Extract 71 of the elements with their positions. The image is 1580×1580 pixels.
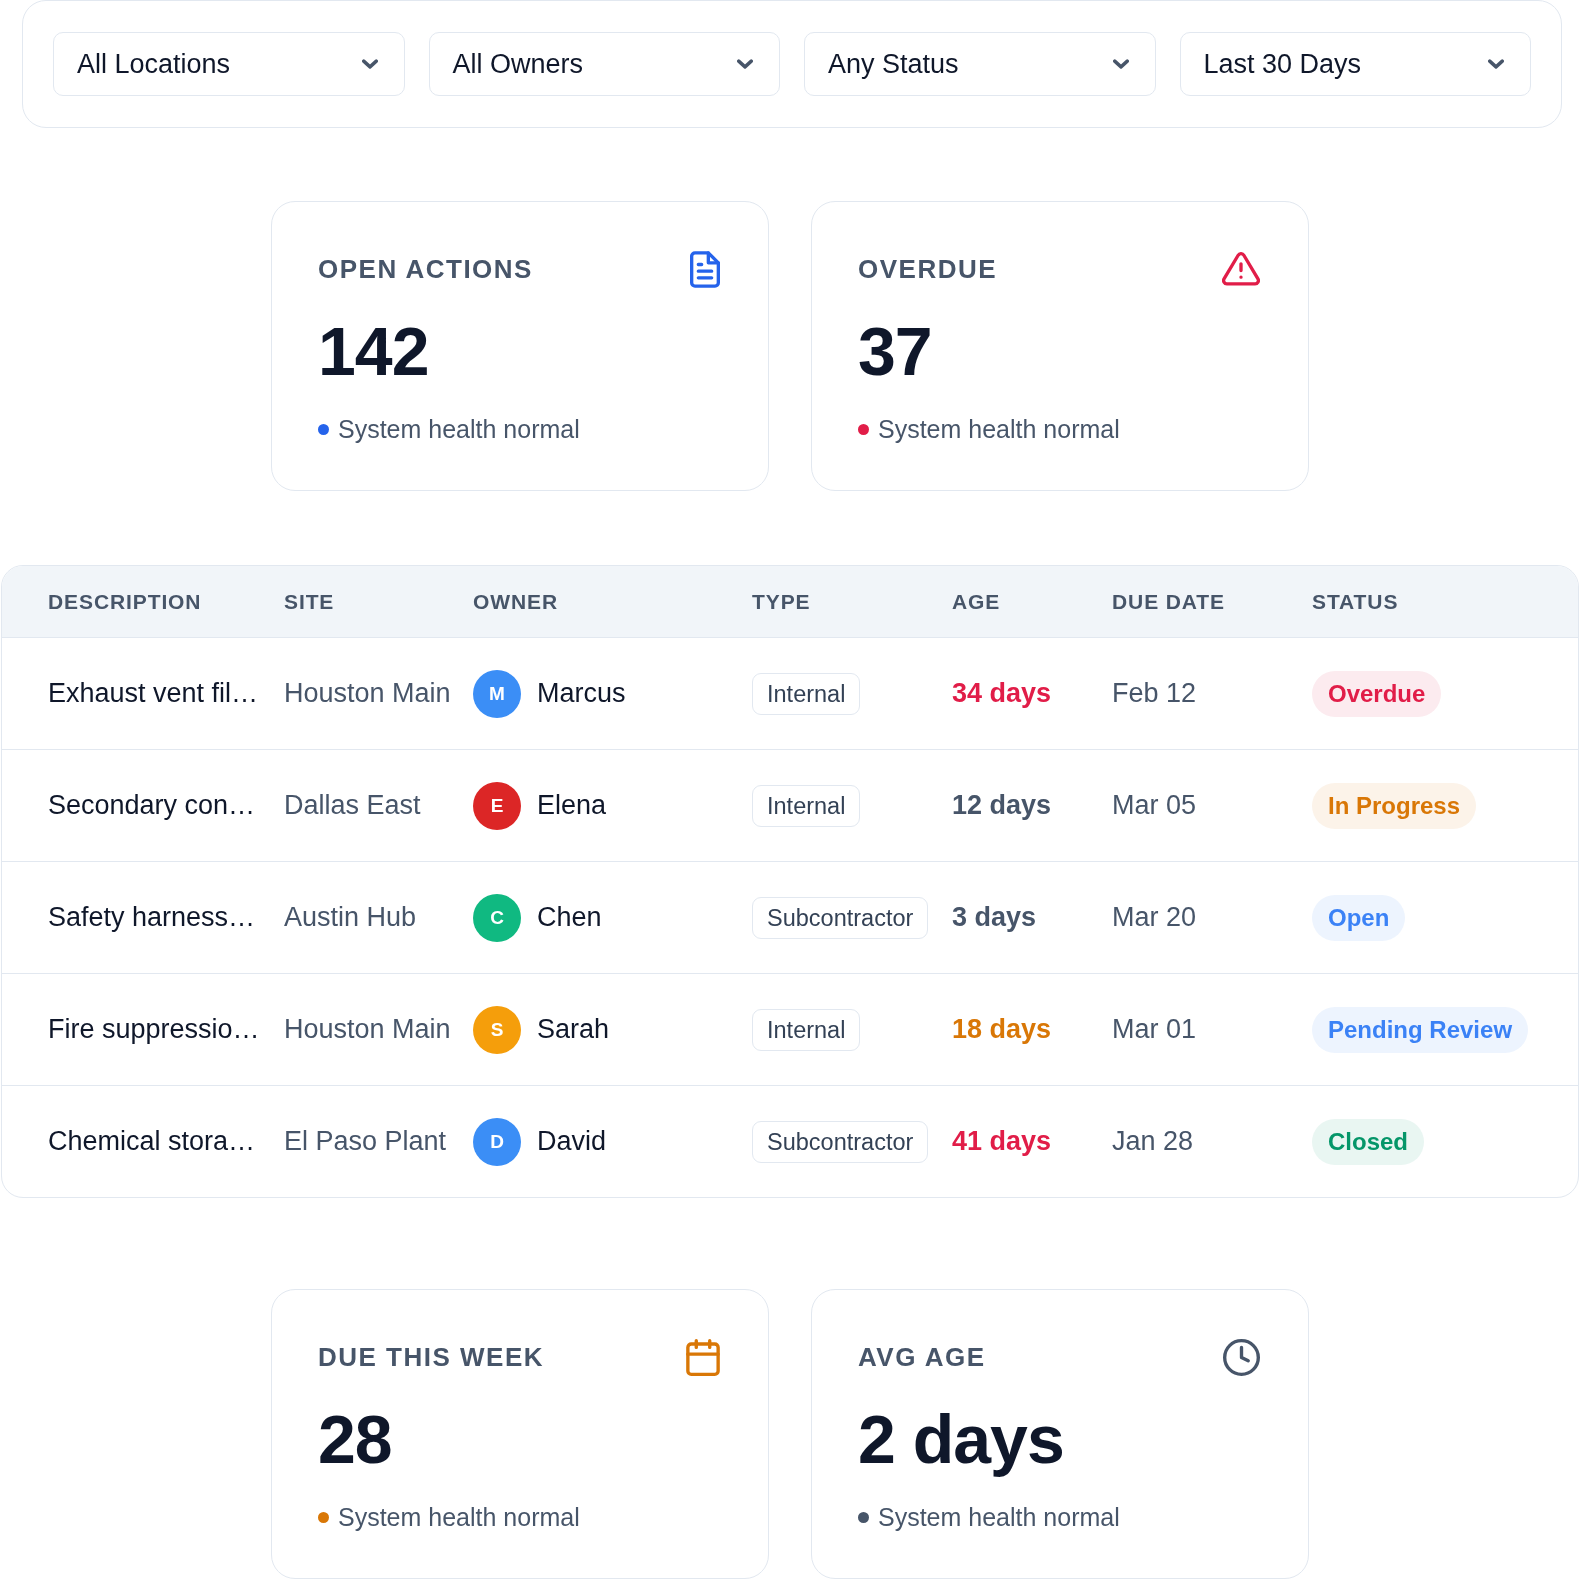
metric-label: AVG AGE <box>858 1341 986 1373</box>
owner-name: Elena <box>537 790 607 821</box>
description-cell: Fire suppressio… <box>48 1014 260 1045</box>
site-cell: Houston Main <box>284 678 451 709</box>
site-cell: Dallas East <box>284 790 421 821</box>
age-cell: 12 days <box>952 790 1052 821</box>
owner-avatar: E <box>473 781 521 830</box>
description-cell: Chemical stora… <box>48 1126 256 1157</box>
site-cell: Houston Main <box>284 1014 451 1045</box>
filter-dropdown[interactable]: Last 30 Days <box>1179 32 1531 96</box>
owner-avatar: M <box>473 669 521 718</box>
description-cell: Exhaust vent fil… <box>48 678 259 709</box>
column-header: DESCRIPTION <box>48 589 202 614</box>
status-text: System health normal <box>878 414 1120 444</box>
filter-dropdown[interactable]: Any Status <box>804 32 1156 96</box>
type-tag: Internal <box>752 672 861 715</box>
warning-icon <box>1222 252 1260 286</box>
clock-icon <box>1223 1338 1260 1376</box>
chevron-down-icon <box>737 59 753 69</box>
chevron-down-icon <box>361 59 378 69</box>
status-badge: In Progress <box>1312 782 1477 829</box>
column-header: TYPE <box>752 589 811 614</box>
status-badge: Open <box>1312 894 1406 941</box>
status-text: System health normal <box>338 1502 580 1532</box>
owner-name: David <box>537 1126 607 1157</box>
filter-dropdown[interactable]: All Owners <box>428 32 780 96</box>
site-cell: Austin Hub <box>284 902 417 933</box>
metric-label: OPEN ACTIONS <box>318 253 533 285</box>
metric-value: 142 <box>318 312 430 391</box>
age-cell: 41 days <box>952 1126 1052 1157</box>
document-icon <box>690 250 720 288</box>
owner-name: Sarah <box>537 1014 610 1045</box>
chevron-down-icon <box>1488 59 1504 69</box>
type-tag: Subcontractor <box>752 896 929 939</box>
age-cell: 18 days <box>952 1014 1052 1045</box>
type-tag: Subcontractor <box>752 1120 929 1163</box>
age-cell: 34 days <box>952 678 1052 709</box>
due-date-cell: Mar 05 <box>1112 790 1197 821</box>
metric-value: 28 <box>318 1400 393 1479</box>
column-header: DUE DATE <box>1112 589 1225 614</box>
due-date-cell: Jan 28 <box>1112 1126 1194 1157</box>
status-badge: Overdue <box>1312 670 1442 717</box>
site-cell: El Paso Plant <box>284 1126 447 1157</box>
owner-name: Marcus <box>537 678 626 709</box>
due-date-cell: Feb 12 <box>1112 678 1197 709</box>
description-cell: Safety harness… <box>48 902 256 933</box>
description-cell: Secondary con… <box>48 790 256 821</box>
status-text: System health normal <box>338 414 580 444</box>
metric-label: OVERDUE <box>858 253 998 285</box>
column-header: AGE <box>952 589 1001 614</box>
type-tag: Internal <box>752 1008 861 1051</box>
owner-avatar: S <box>473 1005 521 1054</box>
column-header: SITE <box>284 589 335 614</box>
owner-avatar: C <box>473 893 521 942</box>
due-date-cell: Mar 01 <box>1112 1014 1197 1045</box>
age-cell: 3 days <box>952 902 1037 933</box>
status-text: System health normal <box>878 1502 1120 1532</box>
filter-dropdown[interactable]: All Locations <box>53 32 405 96</box>
calendar-icon <box>686 1338 720 1376</box>
due-date-cell: Mar 20 <box>1112 902 1197 933</box>
owner-name: Chen <box>537 902 602 933</box>
chevron-down-icon <box>1112 59 1129 69</box>
owner-avatar: D <box>473 1117 521 1166</box>
column-header: STATUS <box>1312 589 1399 614</box>
metric-value: 2 days <box>858 1400 1065 1479</box>
status-badge: Pending Review <box>1312 1006 1529 1053</box>
metric-label: DUE THIS WEEK <box>318 1341 545 1373</box>
column-header: OWNER <box>473 589 558 614</box>
status-badge: Closed <box>1312 1118 1424 1165</box>
metric-value: 37 <box>858 312 933 391</box>
type-tag: Internal <box>752 784 861 827</box>
